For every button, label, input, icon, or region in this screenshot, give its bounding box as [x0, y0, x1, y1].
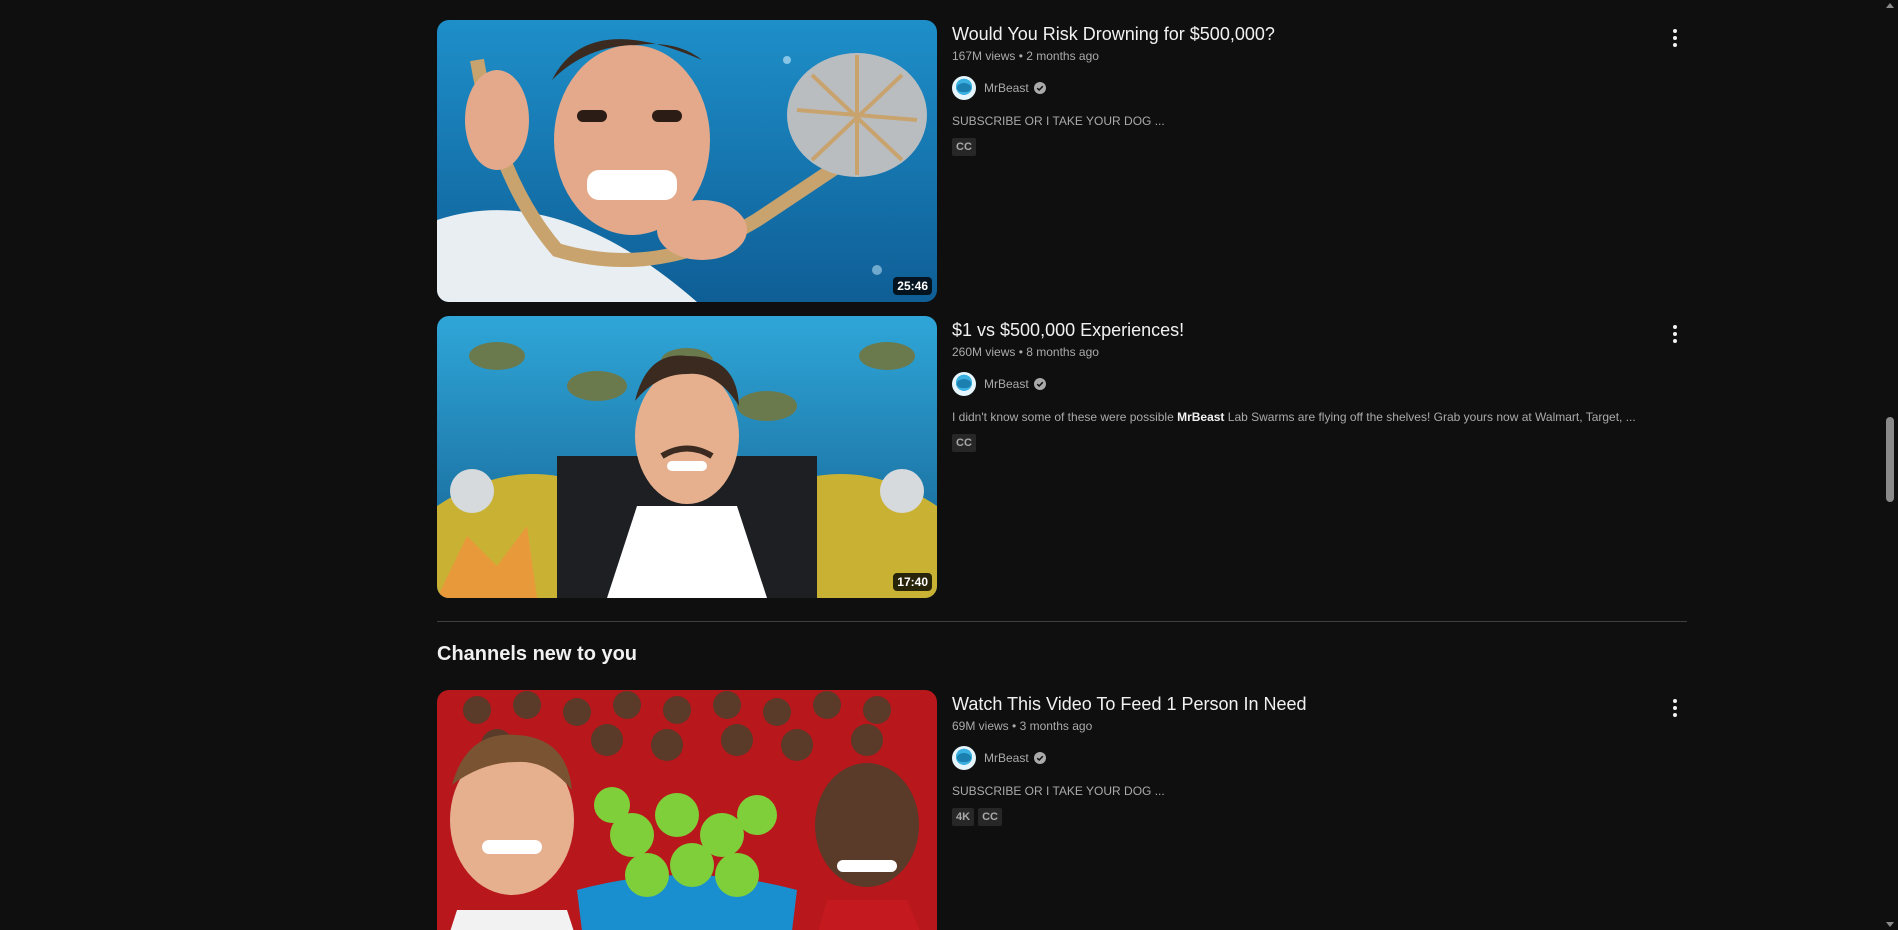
channel-name[interactable]: MrBeast	[984, 377, 1029, 391]
video-description: SUBSCRIBE OR I TAKE YOUR DOG ...	[952, 784, 1165, 798]
verified-check-icon	[1033, 752, 1046, 764]
channel-name[interactable]: MrBeast	[984, 751, 1029, 765]
video-duration: 25:46	[893, 277, 932, 295]
description-text: I didn't know some of these were possibl…	[952, 410, 1178, 424]
scroll-up-arrow-icon[interactable]	[1886, 3, 1894, 8]
more-vert-icon	[1673, 29, 1677, 47]
video-badges: CC	[952, 138, 1672, 156]
video-title[interactable]: Watch This Video To Feed 1 Person In Nee…	[952, 691, 1672, 717]
more-vert-icon	[1673, 699, 1677, 717]
badge-cc: CC	[952, 138, 976, 156]
upload-age: 8 months ago	[1026, 345, 1099, 359]
channel-name[interactable]: MrBeast	[984, 81, 1029, 95]
video-thumbnail[interactable]	[437, 690, 937, 930]
video-meta: Watch This Video To Feed 1 Person In Nee…	[952, 690, 1672, 826]
video-meta: $1 vs $500,000 Experiences! 260M views •…	[952, 316, 1672, 452]
thumbnail-image	[437, 20, 937, 302]
verified-check-icon	[1033, 82, 1046, 94]
section-divider	[437, 621, 1687, 622]
more-options-button[interactable]	[1663, 696, 1687, 720]
description-highlight: MrBeast	[1177, 410, 1225, 424]
stats-separator: •	[1015, 49, 1027, 63]
video-stats: 69M views • 3 months ago	[952, 717, 1672, 735]
video-meta: Would You Risk Drowning for $500,000? 16…	[952, 20, 1672, 156]
description-text: Lab Swarms are flying off the shelves! G…	[1224, 410, 1636, 424]
more-options-button[interactable]	[1663, 26, 1687, 50]
thumbnail-image	[437, 316, 937, 598]
video-thumbnail[interactable]: 17:40	[437, 316, 937, 598]
badge-cc: CC	[952, 434, 976, 452]
upload-age: 3 months ago	[1019, 719, 1093, 733]
video-description: I didn't know some of these were possibl…	[952, 408, 1672, 426]
video-title[interactable]: $1 vs $500,000 Experiences!	[952, 317, 1672, 343]
channel-avatar[interactable]	[952, 76, 976, 100]
channel-avatar[interactable]	[952, 746, 976, 770]
thumbnail-image	[437, 690, 937, 930]
more-options-button[interactable]	[1663, 322, 1687, 346]
channel-info[interactable]: MrBeast	[952, 746, 1672, 770]
view-count: 69M views	[952, 719, 1009, 733]
channel-info[interactable]: MrBeast	[952, 372, 1672, 396]
video-thumbnail[interactable]: 25:46	[437, 20, 937, 302]
video-duration: 17:40	[893, 573, 932, 591]
page: 25:46 Would You Risk Drowning for $500,0…	[0, 0, 1898, 930]
upload-age: 2 months ago	[1026, 49, 1099, 63]
badge-4k: 4K	[952, 808, 975, 826]
video-badges: CC	[952, 434, 1672, 452]
video-result[interactable]: Watch This Video To Feed 1 Person In Nee…	[437, 690, 1687, 930]
view-count: 167M views	[952, 49, 1016, 63]
video-title[interactable]: Would You Risk Drowning for $500,000?	[952, 21, 1672, 47]
channel-info[interactable]: MrBeast	[952, 76, 1672, 100]
video-badges: 4K CC	[952, 808, 1672, 826]
more-vert-icon	[1673, 325, 1677, 343]
video-description: SUBSCRIBE OR I TAKE YOUR DOG ...	[952, 114, 1165, 128]
video-result[interactable]: 17:40 $1 vs $500,000 Experiences! 260M v…	[437, 316, 1687, 598]
video-stats: 260M views • 8 months ago	[952, 343, 1672, 361]
video-stats: 167M views • 2 months ago	[952, 47, 1672, 65]
scrollbar-thumb[interactable]	[1886, 417, 1894, 502]
stats-separator: •	[1015, 345, 1027, 359]
page-scrollbar[interactable]	[1883, 0, 1898, 930]
section-title: Channels new to you	[437, 643, 638, 665]
stats-separator: •	[1008, 719, 1020, 733]
scroll-down-arrow-icon[interactable]	[1886, 922, 1894, 927]
verified-check-icon	[1033, 378, 1046, 390]
badge-cc: CC	[978, 808, 1002, 826]
channel-avatar[interactable]	[952, 372, 976, 396]
view-count: 260M views	[952, 345, 1016, 359]
video-result[interactable]: 25:46 Would You Risk Drowning for $500,0…	[437, 20, 1687, 302]
